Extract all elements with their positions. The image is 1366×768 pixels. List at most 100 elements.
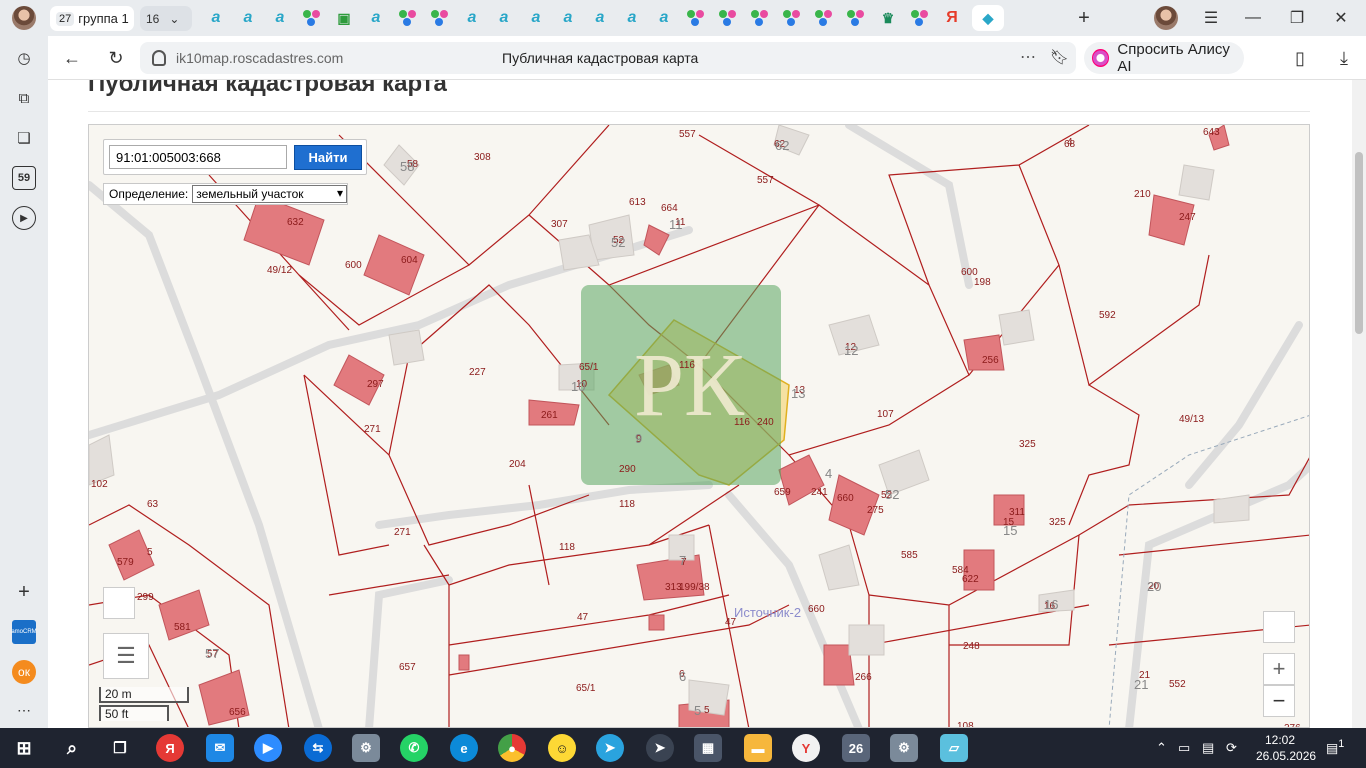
clock[interactable]: 12:02 26.05.2026 <box>1256 732 1316 764</box>
windows-taskbar: ⊞ ⌕ ❐ Я ✉ ▶ ⇆ ⚙ ✆ e ● ☺ ➤ ➤ ▦ ▬ Y 26 ⚙ ▱… <box>0 728 1366 768</box>
tab-a-icon[interactable]: a <box>460 6 484 30</box>
tab-dots-icon[interactable] <box>684 6 708 30</box>
profile-avatar[interactable] <box>12 6 36 30</box>
sync-icon[interactable]: ⟳ <box>1226 740 1237 756</box>
parcel-label: 325 <box>1019 439 1036 450</box>
account-avatar[interactable] <box>1154 6 1178 30</box>
chevron-up-icon[interactable]: ⌃ <box>1156 740 1167 756</box>
yandex-browser-icon[interactable]: Y <box>792 734 820 762</box>
tab-a-icon[interactable]: a <box>524 6 548 30</box>
notes-icon[interactable]: ▱ <box>940 734 968 762</box>
layers-icon[interactable]: ☰ <box>103 633 149 679</box>
tab-yandex-icon[interactable]: Я <box>940 6 964 30</box>
play-icon[interactable]: ▶ <box>12 206 36 230</box>
tab-dots-icon[interactable] <box>780 6 804 30</box>
zoom-icon[interactable]: ▶ <box>254 734 282 762</box>
parcel-label: 116 <box>679 360 695 371</box>
calculator-icon[interactable]: ▦ <box>694 734 722 762</box>
tab-dots-icon[interactable] <box>300 6 324 30</box>
tab-a-icon[interactable]: a <box>652 6 676 30</box>
cadastral-number-input[interactable] <box>109 145 287 169</box>
tab-a-icon[interactable]: a <box>204 6 228 30</box>
page-scrollbar[interactable] <box>1352 80 1366 728</box>
downloads-icon[interactable]: ⤓ <box>1332 46 1356 70</box>
history-icon[interactable]: ◷ <box>12 46 36 70</box>
task-view-icon[interactable]: ❐ <box>106 734 134 762</box>
close-window-button[interactable]: ✕ <box>1326 6 1356 30</box>
locate-button[interactable] <box>103 587 135 619</box>
fullscreen-button[interactable] <box>1263 611 1295 643</box>
network-icon[interactable]: ▤ <box>1202 740 1214 756</box>
menu-icon[interactable]: ☰ <box>1196 6 1226 30</box>
telegram-desktop-icon[interactable]: ➤ <box>646 734 674 762</box>
minimize-button[interactable]: — <box>1238 6 1268 30</box>
chrome-icon[interactable]: ● <box>498 734 526 762</box>
restore-button[interactable]: ❐ <box>1282 6 1312 30</box>
notifications-icon[interactable]: ▤1 <box>1326 738 1344 756</box>
mail-icon[interactable]: ✉ <box>206 734 234 762</box>
definition-select[interactable]: земельный участок <box>192 185 347 203</box>
explorer-icon[interactable]: ▬ <box>744 734 772 762</box>
tab-a-icon[interactable]: a <box>492 6 516 30</box>
app-shortcut-icon[interactable]: amoCRM <box>11 620 37 644</box>
tab-dots-icon[interactable] <box>396 6 420 30</box>
teamviewer-icon[interactable]: ⇆ <box>304 734 332 762</box>
shield-icon[interactable] <box>152 50 166 66</box>
tab-dots-icon[interactable] <box>748 6 772 30</box>
scale-feet: 50 ft <box>99 705 169 721</box>
app-icon[interactable]: ⚙ <box>352 734 380 762</box>
tab-dots-icon[interactable] <box>812 6 836 30</box>
tab-a-icon[interactable]: a <box>236 6 260 30</box>
screenshot-icon[interactable]: ⧉ <box>12 86 36 110</box>
address-bar[interactable]: ik10map.roscadastres.com Публичная кадас… <box>140 42 1076 74</box>
odnoklassniki-icon[interactable]: ок <box>12 660 36 684</box>
more-dots-icon[interactable]: ⋯ <box>1020 47 1036 67</box>
find-button[interactable]: Найти <box>294 145 362 170</box>
search-icon[interactable]: ⌕ <box>58 734 86 762</box>
pinned-tabs: a a a ▣ a a a a a a a a ♛ Я ◆ <box>204 5 1004 31</box>
yandex-icon[interactable]: Я <box>156 734 184 762</box>
more-icon[interactable]: ⋯ <box>12 698 36 722</box>
tab-a-icon[interactable]: a <box>588 6 612 30</box>
tab-group-1[interactable]: 27 группа 1 <box>50 6 134 31</box>
tab-dots-icon[interactable] <box>908 6 932 30</box>
app-2-icon[interactable]: ⚙ <box>890 734 918 762</box>
tab-dots-icon[interactable] <box>716 6 740 30</box>
tab-a-icon[interactable]: a <box>364 6 388 30</box>
zoom-in-button[interactable]: + <box>1263 653 1295 685</box>
badge-59[interactable]: 59 <box>12 166 36 190</box>
map-canvas[interactable]: РК 5576230858557613664113075263260460049… <box>89 125 1310 728</box>
battery-icon[interactable]: ▭ <box>1178 740 1190 756</box>
reading-mode-icon[interactable]: ▯ <box>1288 46 1312 70</box>
url-page-title: Публичная кадастровая карта <box>502 50 699 66</box>
start-icon[interactable]: ⊞ <box>10 734 38 762</box>
back-button[interactable]: ← <box>60 46 84 70</box>
tab-sheet-icon[interactable]: ▣ <box>332 6 356 30</box>
parcel-label: 266 <box>855 672 872 683</box>
emoji-app-icon[interactable]: ☺ <box>548 734 576 762</box>
tab-emblem-icon[interactable]: ♛ <box>876 6 900 30</box>
tab-a-icon[interactable]: a <box>620 6 644 30</box>
cadastral-map[interactable]: РК 557 62 308 58 557 613 664 11 307 52 632 604 600 49… <box>88 124 1310 728</box>
tab-active-map-icon[interactable]: ◆ <box>972 5 1004 31</box>
definition-label: Определение: <box>109 187 189 201</box>
reload-button[interactable]: ↻ <box>104 46 128 70</box>
app-26-icon[interactable]: 26 <box>842 734 870 762</box>
new-tab-button[interactable]: + <box>1074 6 1094 30</box>
scrollbar-thumb[interactable] <box>1355 152 1363 334</box>
ask-alice-button[interactable]: Спросить Алису AI <box>1084 41 1244 75</box>
parcel-label: 664 <box>661 203 678 214</box>
tab-dots-icon[interactable] <box>844 6 868 30</box>
parcel-label: 552 <box>1169 679 1186 690</box>
tab-dots-icon[interactable] <box>428 6 452 30</box>
telegram-icon[interactable]: ➤ <box>596 734 624 762</box>
add-panel-icon[interactable]: + <box>12 580 36 604</box>
tab-a-icon[interactable]: a <box>556 6 580 30</box>
tab-a-icon[interactable]: a <box>268 6 292 30</box>
edge-icon[interactable]: e <box>450 734 478 762</box>
collections-icon[interactable]: ❏ <box>12 126 36 150</box>
zoom-out-button[interactable]: − <box>1263 685 1295 717</box>
bookmark-icon[interactable]: 🔖︎ <box>1050 48 1069 66</box>
tab-group-2[interactable]: 16 ⌄ <box>140 6 192 31</box>
whatsapp-icon[interactable]: ✆ <box>400 734 428 762</box>
